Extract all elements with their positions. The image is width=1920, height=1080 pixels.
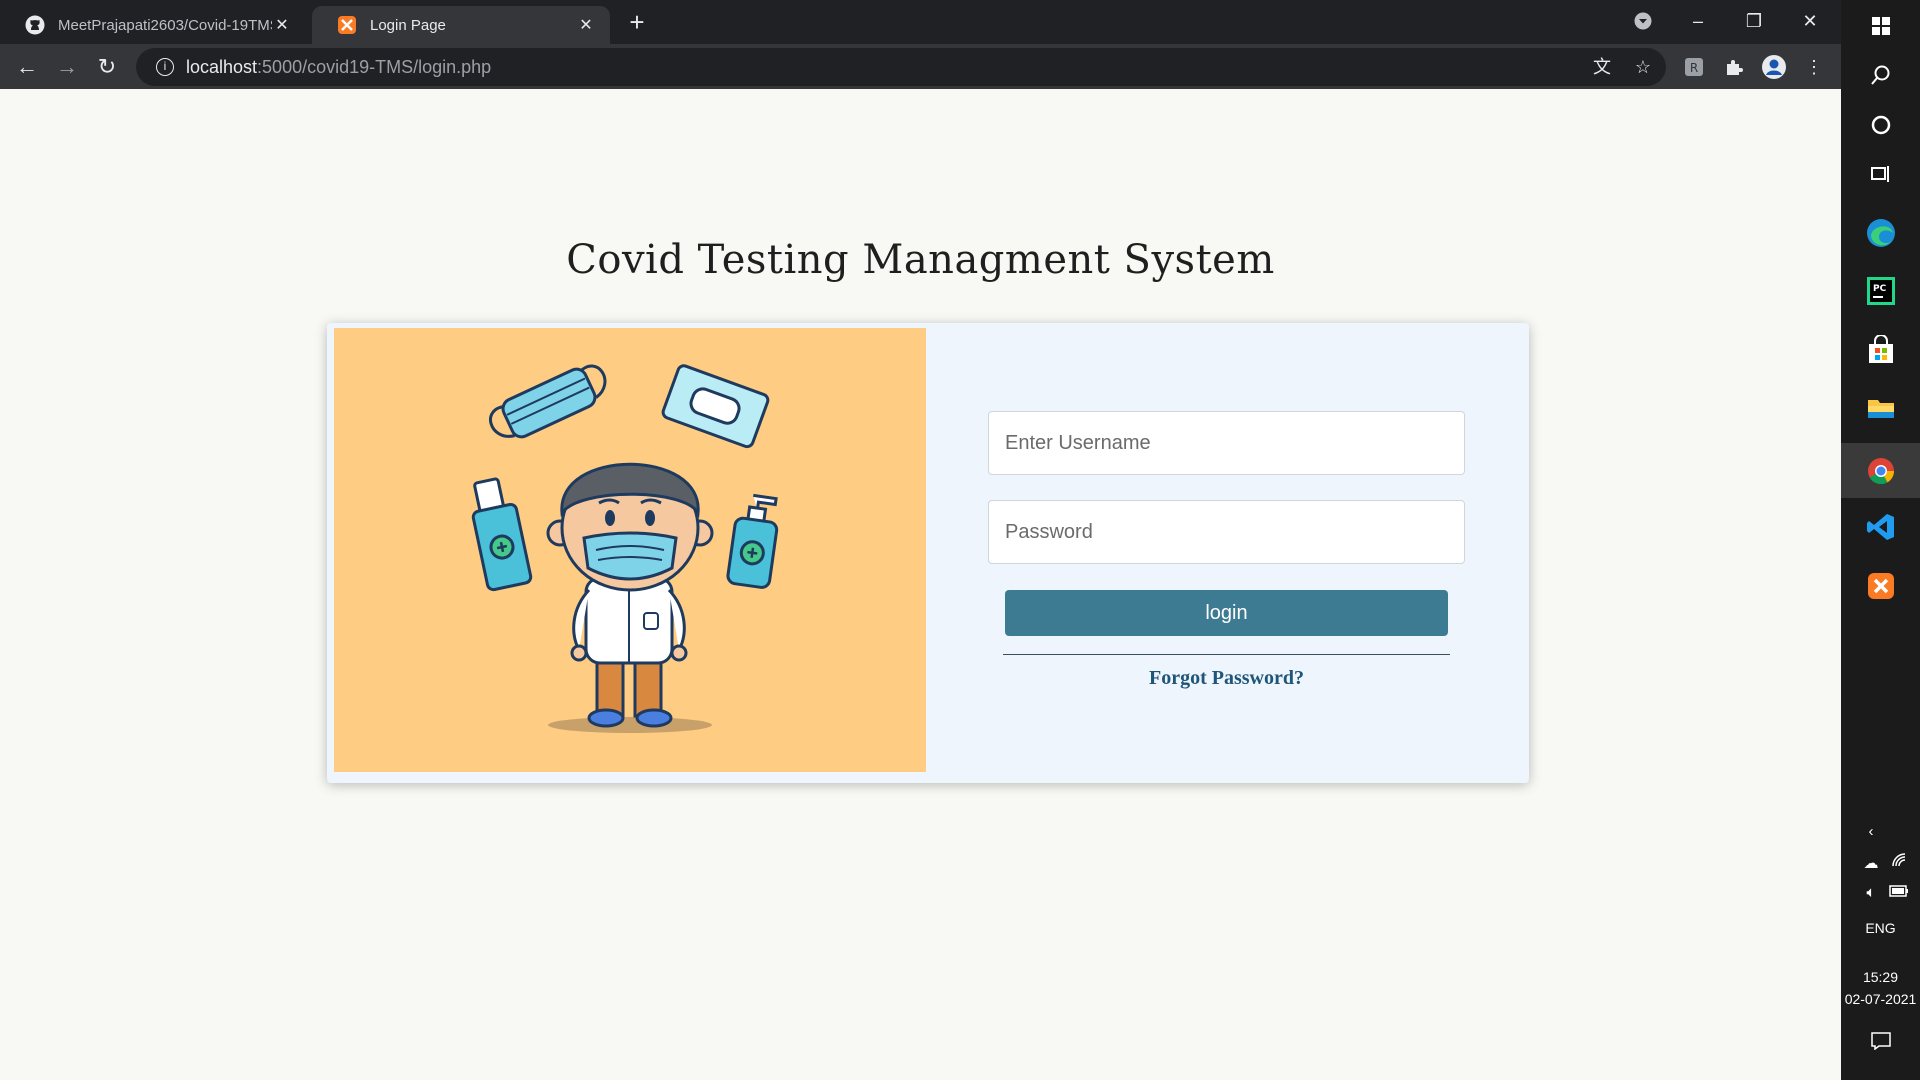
tab-search-icon[interactable] xyxy=(1623,6,1663,36)
minimize-button[interactable]: – xyxy=(1678,6,1718,36)
close-window-button[interactable]: ✕ xyxy=(1790,6,1830,36)
speaker-icon[interactable]: 🔈︎ xyxy=(1859,881,1883,905)
task-view-icon[interactable] xyxy=(1841,148,1920,200)
close-icon[interactable]: ✕ xyxy=(272,15,292,35)
close-icon[interactable]: ✕ xyxy=(576,15,596,35)
clock-time[interactable]: 15:29 xyxy=(1841,969,1920,985)
extensions-puzzle-icon[interactable] xyxy=(1721,54,1747,80)
svg-text:PC: PC xyxy=(1873,284,1887,294)
page-content: Covid Testing Managment System Enter Use… xyxy=(0,89,1841,1080)
info-icon[interactable]: i xyxy=(156,58,174,76)
pycharm-icon[interactable]: PC xyxy=(1841,265,1920,317)
menu-kebab-icon[interactable]: ⋮ xyxy=(1801,54,1827,80)
restore-button[interactable]: ❐ xyxy=(1734,6,1774,36)
chrome-icon[interactable] xyxy=(1841,443,1920,498)
file-explorer-icon[interactable] xyxy=(1841,382,1920,434)
notification-center-icon[interactable] xyxy=(1869,1032,1893,1056)
login-button[interactable]: login xyxy=(1005,590,1448,636)
svg-text:R: R xyxy=(1690,61,1698,75)
new-tab-button[interactable]: + xyxy=(622,8,652,38)
extension-icon[interactable]: R xyxy=(1681,54,1707,80)
tab-github[interactable]: MeetPrajapati2603/Covid-19TMS ✕ xyxy=(0,6,306,44)
vscode-icon[interactable] xyxy=(1841,501,1920,553)
forgot-password-link[interactable]: Forgot Password? xyxy=(988,667,1465,690)
cortana-icon[interactable] xyxy=(1841,99,1920,151)
url-path: :5000/covid19-TMS/login.php xyxy=(257,56,492,77)
tab-bar: MeetPrajapati2603/Covid-19TMS ✕ Login Pa… xyxy=(0,0,1841,44)
password-input[interactable] xyxy=(988,500,1465,564)
clock-date[interactable]: 02-07-2021 xyxy=(1841,991,1920,1007)
battery-icon[interactable] xyxy=(1887,881,1911,905)
windows-start-icon[interactable] xyxy=(1841,0,1920,52)
tab-login-page[interactable]: Login Page ✕ xyxy=(312,6,610,44)
xampp-icon xyxy=(336,14,358,36)
github-icon xyxy=(24,14,46,36)
edge-icon[interactable] xyxy=(1841,207,1920,259)
language-indicator[interactable]: ENG xyxy=(1841,920,1920,936)
browser-window: MeetPrajapati2603/Covid-19TMS ✕ Login Pa… xyxy=(0,0,1841,1080)
onedrive-cloud-icon[interactable]: ☁ xyxy=(1859,852,1883,876)
forward-button[interactable]: → xyxy=(52,52,82,82)
reload-button[interactable]: ↻ xyxy=(92,52,122,82)
bookmark-star-icon[interactable]: ☆ xyxy=(1630,54,1656,80)
wifi-icon[interactable] xyxy=(1887,852,1911,876)
covid-illustration xyxy=(334,328,926,772)
tab-title: MeetPrajapati2603/Covid-19TMS xyxy=(58,16,272,34)
translate-icon[interactable]: 文 xyxy=(1589,54,1615,80)
url-host: localhost xyxy=(186,56,258,77)
search-icon[interactable] xyxy=(1841,49,1920,101)
browser-toolbar: ← → ↻ i localhost:5000/covid19-TMS/login… xyxy=(0,44,1841,89)
xampp-icon[interactable] xyxy=(1841,560,1920,612)
page-title: Covid Testing Managment System xyxy=(566,237,1275,283)
tab-title: Login Page xyxy=(370,16,446,34)
address-bar[interactable]: i localhost:5000/covid19-TMS/login.php xyxy=(136,48,1666,86)
chevron-left-icon[interactable]: ‹ xyxy=(1859,820,1883,844)
username-input[interactable] xyxy=(988,411,1465,475)
login-card: login Forgot Password? xyxy=(327,323,1529,783)
windows-taskbar: PC ‹ ☁ 🔈︎ ENG 15:29 02-07-2021 xyxy=(1841,0,1920,1080)
microsoft-store-icon[interactable] xyxy=(1841,324,1920,376)
profile-avatar[interactable] xyxy=(1761,54,1787,80)
divider xyxy=(1003,654,1450,655)
back-button[interactable]: ← xyxy=(12,52,42,82)
